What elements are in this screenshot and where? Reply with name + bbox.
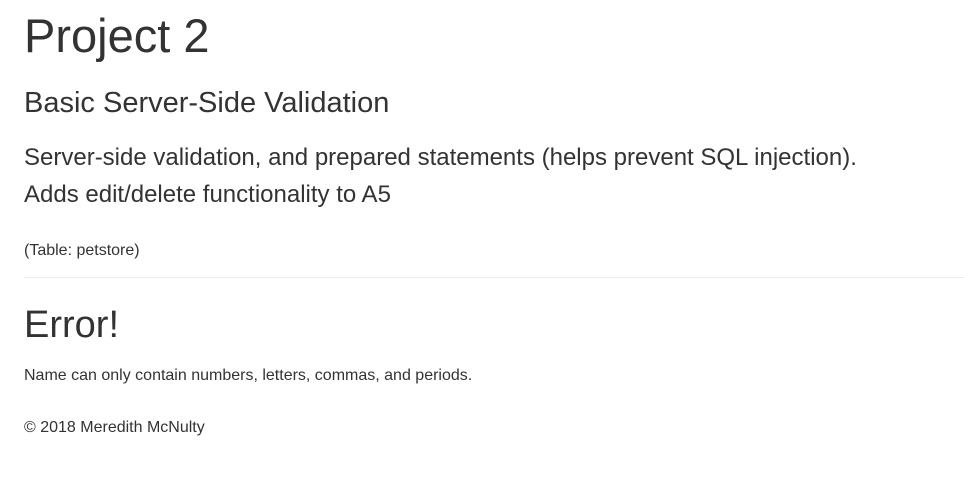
error-heading: Error! bbox=[24, 304, 119, 346]
section-divider bbox=[24, 277, 964, 278]
error-message: Name can only contain numbers, letters, … bbox=[24, 367, 473, 384]
table-note: (Table: petstore) bbox=[24, 242, 140, 259]
description-line-2: Adds edit/delete functionality to A5 bbox=[24, 181, 391, 208]
page-title: Project 2 bbox=[24, 9, 210, 62]
project-description: Server-side validation, and prepared sta… bbox=[24, 139, 954, 213]
description-line-1: Server-side validation, and prepared sta… bbox=[24, 144, 857, 171]
footer-copyright: © 2018 Meredith McNulty bbox=[24, 419, 205, 436]
page-subtitle: Basic Server-Side Validation bbox=[24, 87, 390, 119]
